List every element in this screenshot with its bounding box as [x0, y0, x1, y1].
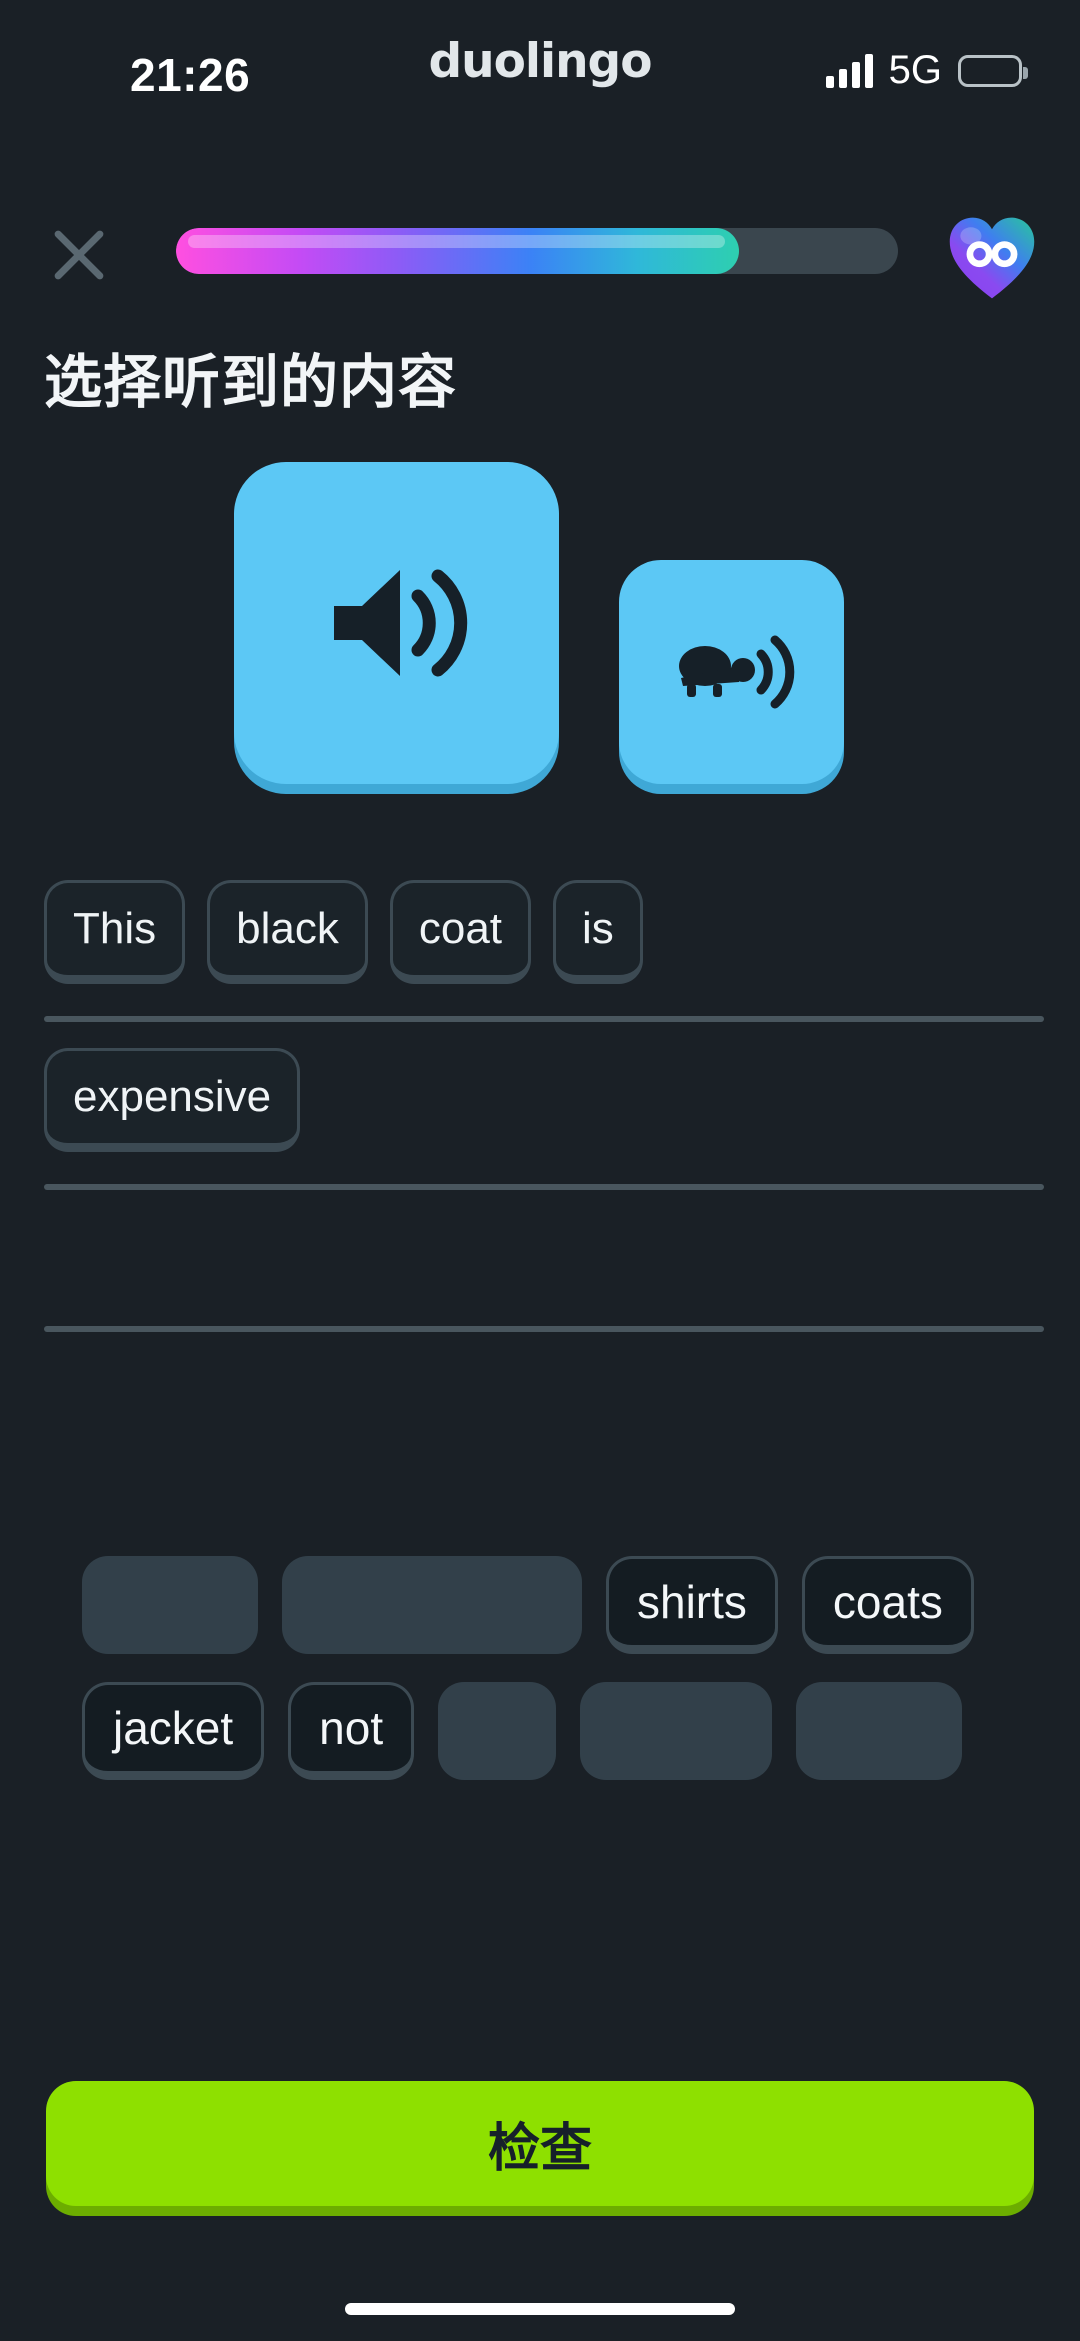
answer-underline [44, 1184, 1044, 1190]
battery-icon [958, 54, 1028, 87]
lesson-top-bar [0, 216, 1080, 310]
heart-infinity-icon[interactable] [944, 210, 1040, 306]
word-bank-chip[interactable]: coats [801, 1556, 974, 1654]
answer-row: expensive [0, 1048, 1080, 1166]
speaker-icon-button[interactable] [234, 462, 559, 784]
answer-underline [44, 1326, 1044, 1332]
speaker-icon [322, 558, 472, 688]
answer-row: This black coat is [0, 880, 1080, 998]
word-bank-empty-slot [580, 1682, 773, 1780]
word-bank-row: shirts coats [0, 1556, 1080, 1654]
lesson-progress-fill [176, 228, 740, 274]
close-x-icon[interactable] [40, 216, 118, 294]
word-bank-chip[interactable]: not [288, 1682, 415, 1780]
answer-chip[interactable]: This [44, 880, 186, 984]
audio-controls [0, 455, 1080, 815]
word-bank-empty-slot [796, 1682, 963, 1780]
check-button[interactable]: 检查 [46, 2081, 1034, 2206]
answer-chip[interactable]: is [553, 880, 643, 984]
answer-chip[interactable]: coat [389, 880, 532, 984]
network-type-label: 5G [888, 48, 942, 92]
exercise-prompt: 选择听到的内容 [44, 348, 458, 416]
word-bank-empty-slot [438, 1682, 557, 1780]
status-bar: 21:26 duolingo 5G [0, 0, 1080, 128]
word-bank-empty-slot [282, 1556, 582, 1654]
status-indicators: 5G [825, 48, 1028, 93]
word-bank: shirts coats jacket not [0, 1556, 1080, 1808]
turtle-speaker-icon-button[interactable] [619, 560, 844, 784]
progress-shine [188, 235, 726, 248]
answer-chip[interactable]: expensive [44, 1048, 301, 1152]
word-bank-row: jacket not [0, 1682, 1080, 1780]
answer-underline [44, 1016, 1044, 1022]
answer-area: This black coat is expensive [0, 880, 1080, 1332]
lesson-progress-bar [176, 228, 898, 274]
word-bank-chip[interactable]: shirts [606, 1556, 778, 1654]
turtle-speaker-icon [669, 626, 795, 718]
word-bank-chip[interactable]: jacket [82, 1682, 265, 1780]
signal-bars-icon [825, 53, 873, 88]
word-bank-empty-slot [82, 1556, 258, 1654]
answer-chip[interactable]: black [207, 880, 368, 984]
home-indicator [345, 2303, 735, 2315]
